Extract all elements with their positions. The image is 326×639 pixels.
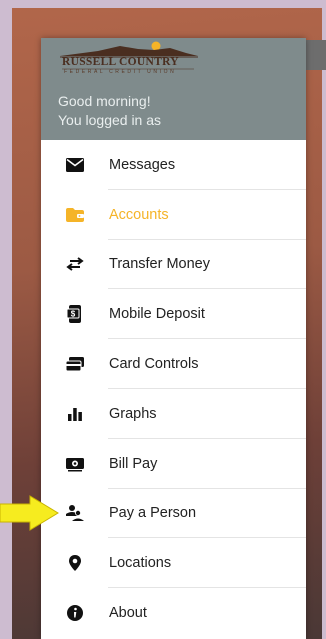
bar-chart-icon — [63, 402, 87, 426]
menu-item-label: Card Controls — [109, 356, 199, 373]
drawer-menu: Messages Accounts Transfer Money $ Mobil… — [41, 140, 306, 638]
bill-pay-icon — [63, 452, 87, 476]
wallet-icon — [63, 203, 87, 227]
menu-item-bill-pay[interactable]: Bill Pay — [41, 439, 306, 489]
greeting-text: Good morning! You logged in as — [58, 92, 161, 130]
menu-item-locations[interactable]: Locations — [41, 538, 306, 588]
menu-item-pay-a-person[interactable]: Pay a Person — [41, 489, 306, 539]
menu-item-card-controls[interactable]: Card Controls — [41, 339, 306, 389]
menu-item-label: Pay a Person — [109, 505, 197, 522]
menu-item-messages[interactable]: Messages — [41, 140, 306, 190]
menu-item-label: Bill Pay — [109, 455, 158, 472]
menu-item-label: Accounts — [109, 206, 169, 223]
menu-item-label: About — [109, 605, 147, 622]
menu-item-accounts[interactable]: Accounts — [41, 190, 306, 240]
menu-item-label: Mobile Deposit — [109, 306, 205, 323]
menu-item-about[interactable]: About — [41, 588, 306, 638]
info-icon — [63, 601, 87, 625]
menu-item-mobile-deposit[interactable]: $ Mobile Deposit — [41, 289, 306, 339]
credit-card-icon — [63, 352, 87, 376]
logo-brand-name: RUSSELL COUNTRY — [62, 56, 179, 68]
mobile-deposit-icon: $ — [63, 302, 87, 326]
envelope-icon — [63, 153, 87, 177]
menu-item-transfer-money[interactable]: Transfer Money — [41, 240, 306, 290]
navigation-drawer: RUSSELL COUNTRY FEDERAL CREDIT UNION Goo… — [41, 38, 306, 639]
login-status-line: You logged in as — [58, 112, 162, 128]
greeting-line: Good morning! — [58, 93, 151, 109]
menu-item-graphs[interactable]: Graphs — [41, 389, 306, 439]
pointer-arrow-icon — [0, 495, 59, 531]
svg-text:$: $ — [71, 310, 76, 319]
transfer-arrows-icon — [63, 252, 87, 276]
menu-item-label: Graphs — [109, 405, 157, 422]
drawer-header: RUSSELL COUNTRY FEDERAL CREDIT UNION Goo… — [41, 38, 306, 140]
logo-brand-subtitle: FEDERAL CREDIT UNION — [64, 69, 177, 75]
people-icon — [63, 501, 87, 525]
menu-item-label: Messages — [109, 156, 176, 173]
map-pin-icon — [63, 551, 87, 575]
credit-union-logo: RUSSELL COUNTRY FEDERAL CREDIT UNION — [58, 40, 200, 78]
menu-item-label: Transfer Money — [109, 256, 210, 273]
menu-item-label: Locations — [109, 555, 172, 572]
